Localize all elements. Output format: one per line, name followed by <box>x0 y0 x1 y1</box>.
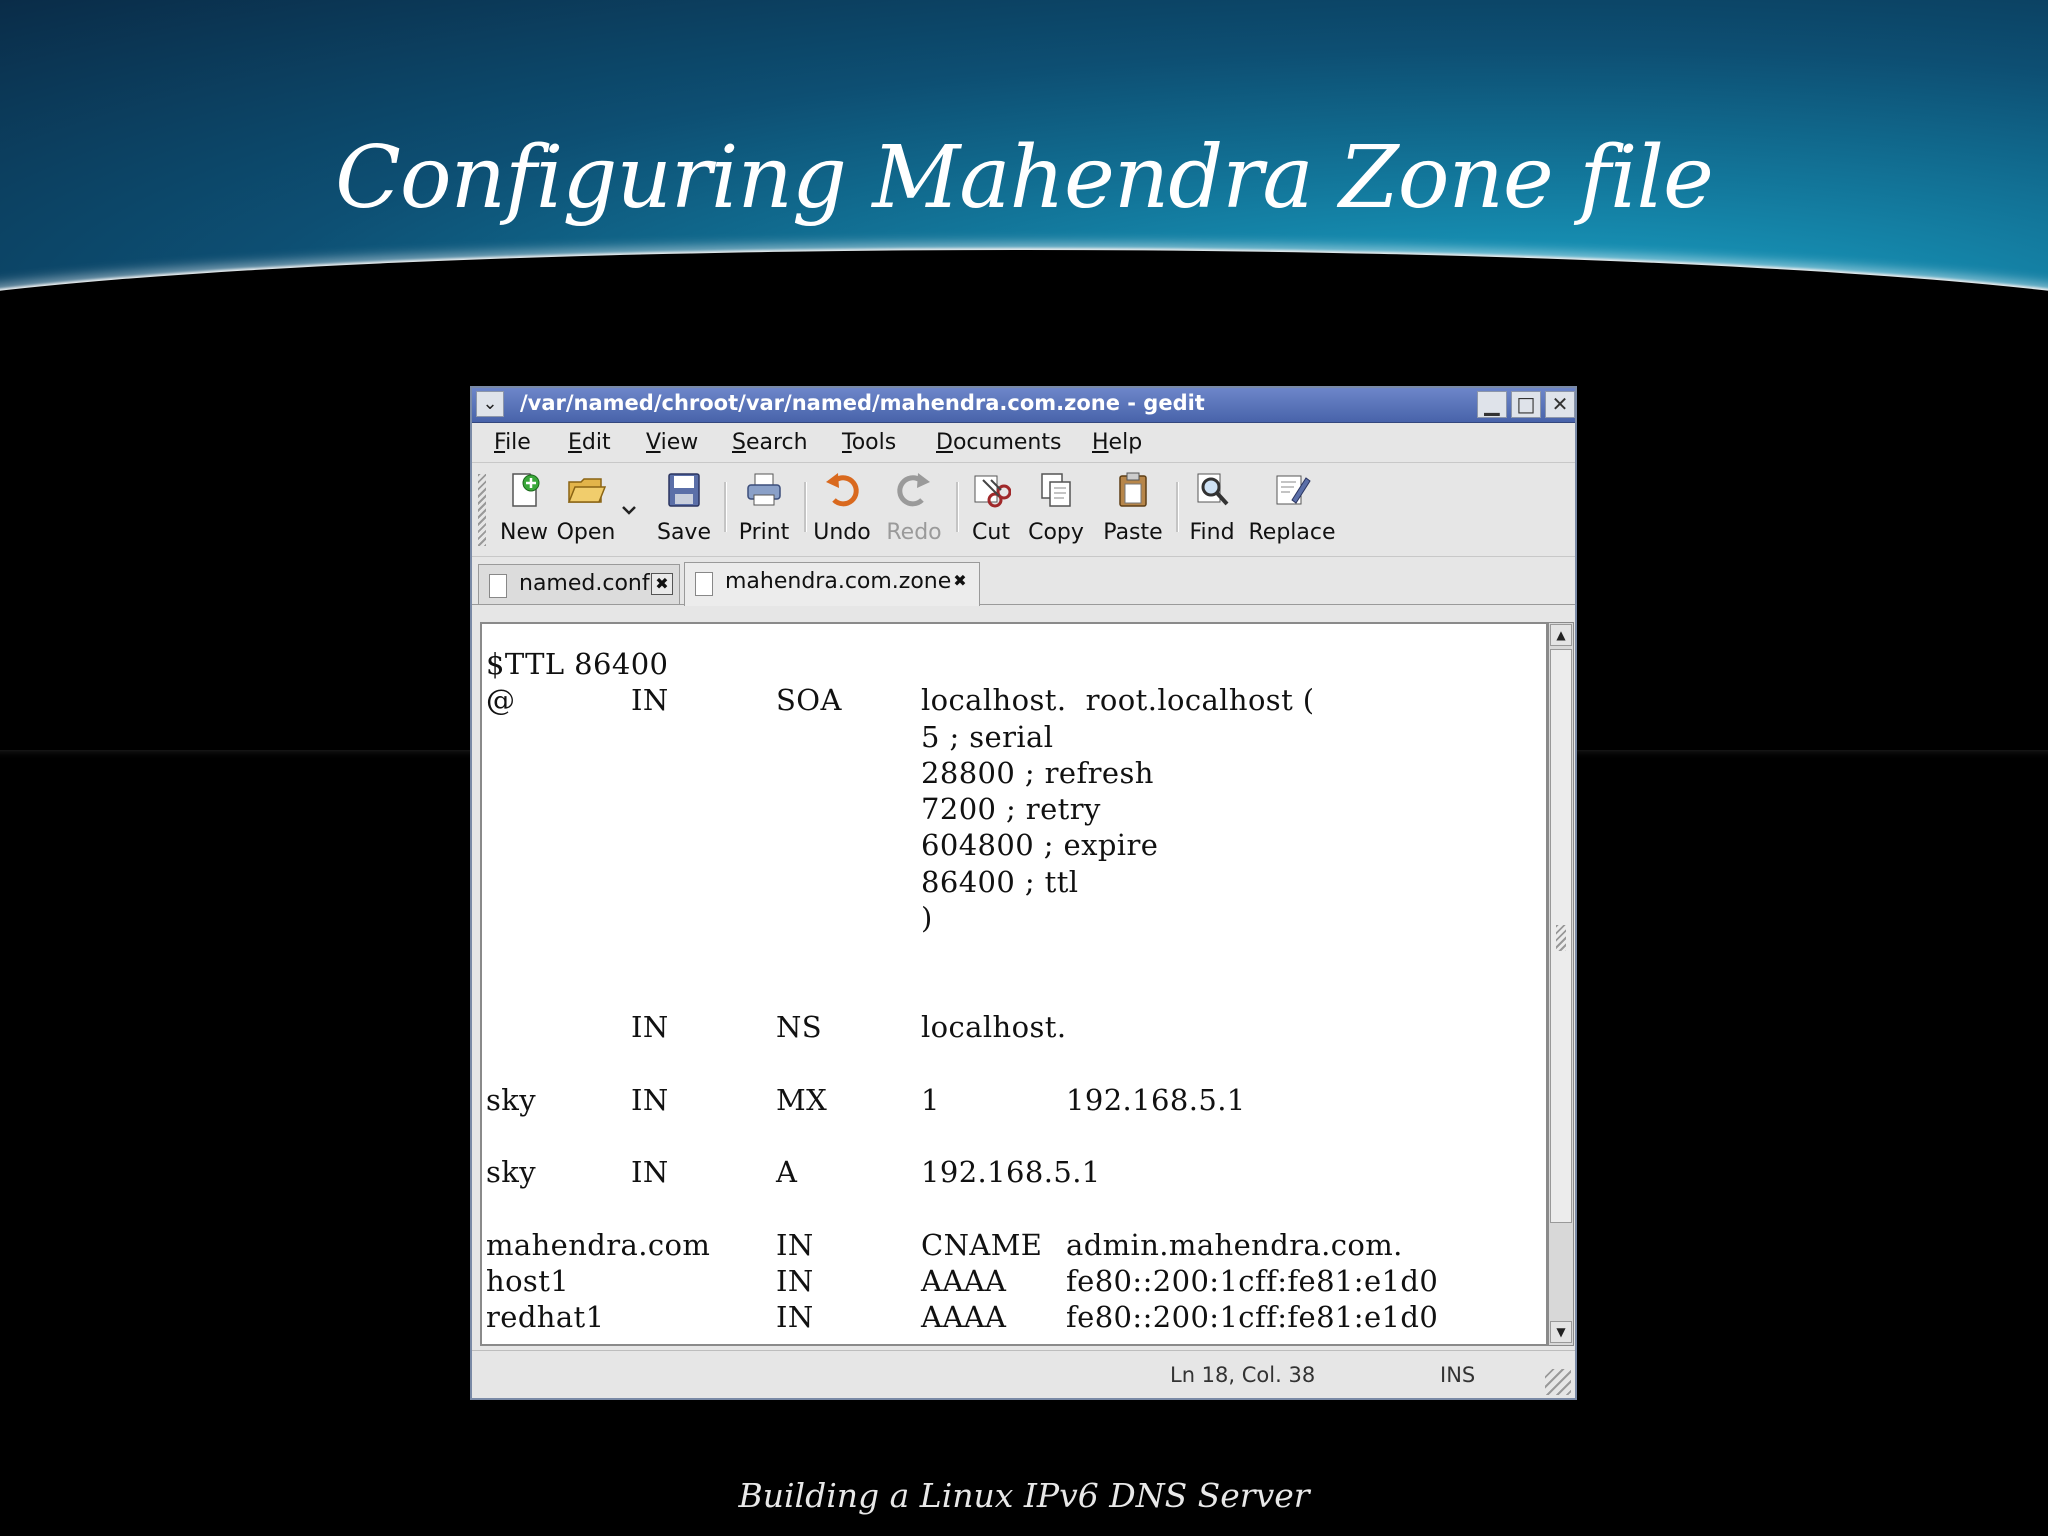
maximize-button[interactable]: □ <box>1511 391 1541 418</box>
scissors-icon <box>974 475 1011 508</box>
code-token: 7200 ; retry <box>921 792 1101 827</box>
toolbar-separator <box>1176 482 1179 532</box>
tab-mahendra-com-zone[interactable]: mahendra.com.zone ✖ <box>684 562 980 606</box>
code-token: IN <box>776 1264 814 1299</box>
toolbar-grip[interactable] <box>478 474 486 546</box>
undo-button[interactable]: Undo <box>808 470 876 552</box>
menu-documents[interactable]: Documents <box>936 430 1061 455</box>
code-token: 1 <box>921 1082 940 1117</box>
code-token: NS <box>776 1009 823 1044</box>
slide-title: Configuring Mahendra Zone file <box>335 128 1714 228</box>
code-token: $TTL 86400 <box>486 647 669 681</box>
code-token: AAAA <box>921 1264 1007 1299</box>
menu-search[interactable]: Search <box>732 430 808 455</box>
slide-footer: Building a Linux IPv6 DNS Server <box>738 1476 1310 1515</box>
replace-pencil-icon <box>1276 475 1311 505</box>
code-token: AAAA <box>921 1300 1007 1335</box>
code-token: @ <box>486 683 516 718</box>
toolbar-separator <box>724 482 727 532</box>
cut-button[interactable]: Cut <box>962 470 1020 552</box>
code-token: sky <box>486 1155 537 1190</box>
menu-file[interactable]: File <box>494 430 531 455</box>
open-button[interactable]: Open <box>554 470 618 552</box>
menu-bar: File Edit View Search Tools Documents He… <box>472 424 1575 463</box>
toolbar: New Open Save Print Undo Redo Cut Copy P… <box>472 464 1575 557</box>
code-token: IN <box>776 1300 814 1335</box>
status-bar: Ln 18, Col. 38 INS <box>472 1350 1575 1399</box>
document-icon <box>695 572 713 596</box>
code-token: IN <box>631 683 669 718</box>
code-token: 604800 ; expire <box>921 828 1159 863</box>
redo-button[interactable]: Redo <box>880 470 948 552</box>
undo-arrow-icon <box>826 473 859 507</box>
toolbar-separator <box>956 482 959 532</box>
code-token: SOA <box>776 683 842 718</box>
clipboard-paste-icon <box>1119 472 1147 507</box>
window-menu-button[interactable]: ⌄ <box>476 391 504 417</box>
code-token: 192.168.5.1 <box>1066 1082 1246 1117</box>
code-token: CNAME <box>921 1227 1043 1262</box>
code-token: 86400 ; ttl <box>921 864 1079 899</box>
print-button[interactable]: Print <box>730 470 798 552</box>
tab-close-icon[interactable]: ✖ <box>651 573 673 595</box>
window-title: /var/named/chroot/var/named/mahendra.com… <box>520 391 1205 415</box>
cursor-position: Ln 18, Col. 38 <box>1170 1363 1316 1387</box>
code-token: 28800 ; refresh <box>921 755 1154 790</box>
code-token: mahendra.com <box>486 1227 711 1262</box>
code-token: MX <box>776 1082 828 1117</box>
vertical-scrollbar[interactable]: ▲ ▼ <box>1548 622 1574 1346</box>
resize-grip[interactable] <box>1545 1369 1571 1395</box>
close-button[interactable]: ✕ <box>1545 391 1575 418</box>
redo-arrow-icon <box>897 473 930 507</box>
code-token: localhost. root.localhost ( <box>921 683 1315 718</box>
gedit-window: ⌄ /var/named/chroot/var/named/mahendra.c… <box>470 386 1577 1400</box>
new-document-icon <box>512 473 540 507</box>
magnifier-icon <box>1197 473 1229 506</box>
code-token: ) <box>921 901 933 936</box>
document-tabs: named.conf ✖ mahendra.com.zone ✖ <box>472 558 1575 606</box>
copy-documents-icon <box>1041 473 1071 507</box>
menu-help[interactable]: Help <box>1092 430 1142 455</box>
tab-named-conf[interactable]: named.conf ✖ <box>478 564 680 604</box>
new-button[interactable]: New <box>494 470 554 552</box>
menu-view[interactable]: View <box>646 430 698 455</box>
code-token: localhost. <box>921 1009 1067 1044</box>
code-token: redhat1 <box>486 1300 605 1335</box>
code-token: A <box>776 1155 798 1190</box>
copy-button[interactable]: Copy <box>1022 470 1090 552</box>
chevron-down-icon <box>622 506 636 515</box>
save-button[interactable]: Save <box>652 470 716 552</box>
menu-tools[interactable]: Tools <box>842 430 896 455</box>
minimize-button[interactable]: ▁ <box>1477 391 1507 418</box>
code-token: fe80::200:1cff:fe81:e1d0 <box>1066 1300 1439 1335</box>
code-token: IN <box>776 1227 814 1262</box>
find-button[interactable]: Find <box>1182 470 1242 552</box>
printer-icon <box>747 473 781 506</box>
text-editor[interactable]: $TTL 86400 @ IN SOA localhost. root.localhos… <box>480 622 1548 1346</box>
code-token: IN <box>631 1082 669 1117</box>
open-folder-icon <box>567 478 606 503</box>
document-icon <box>489 574 507 598</box>
scroll-up-arrow-icon[interactable]: ▲ <box>1550 624 1572 646</box>
toolbar-separator <box>804 482 807 532</box>
code-token: 5 ; serial <box>921 719 1054 754</box>
insert-mode: INS <box>1440 1363 1476 1387</box>
code-token: 192.168.5.1 <box>921 1155 1101 1190</box>
code-token: host1 <box>486 1264 570 1299</box>
scroll-down-arrow-icon[interactable]: ▼ <box>1550 1321 1572 1343</box>
menu-edit[interactable]: Edit <box>568 430 611 455</box>
code-token: IN <box>631 1009 669 1044</box>
code-token: sky <box>486 1082 537 1117</box>
tab-close-icon[interactable]: ✖ <box>949 571 971 593</box>
open-recent-dropdown[interactable] <box>618 470 640 552</box>
code-token: fe80::200:1cff:fe81:e1d0 <box>1066 1264 1439 1299</box>
save-disk-icon <box>668 473 700 507</box>
code-token: IN <box>631 1155 669 1190</box>
scrollbar-grip <box>1556 925 1566 951</box>
code-token: admin.mahendra.com. <box>1066 1227 1403 1262</box>
replace-button[interactable]: Replace <box>1246 470 1338 552</box>
paste-button[interactable]: Paste <box>1098 470 1168 552</box>
scrollbar-thumb[interactable] <box>1550 649 1572 1223</box>
window-titlebar[interactable]: ⌄ /var/named/chroot/var/named/mahendra.c… <box>472 388 1575 423</box>
